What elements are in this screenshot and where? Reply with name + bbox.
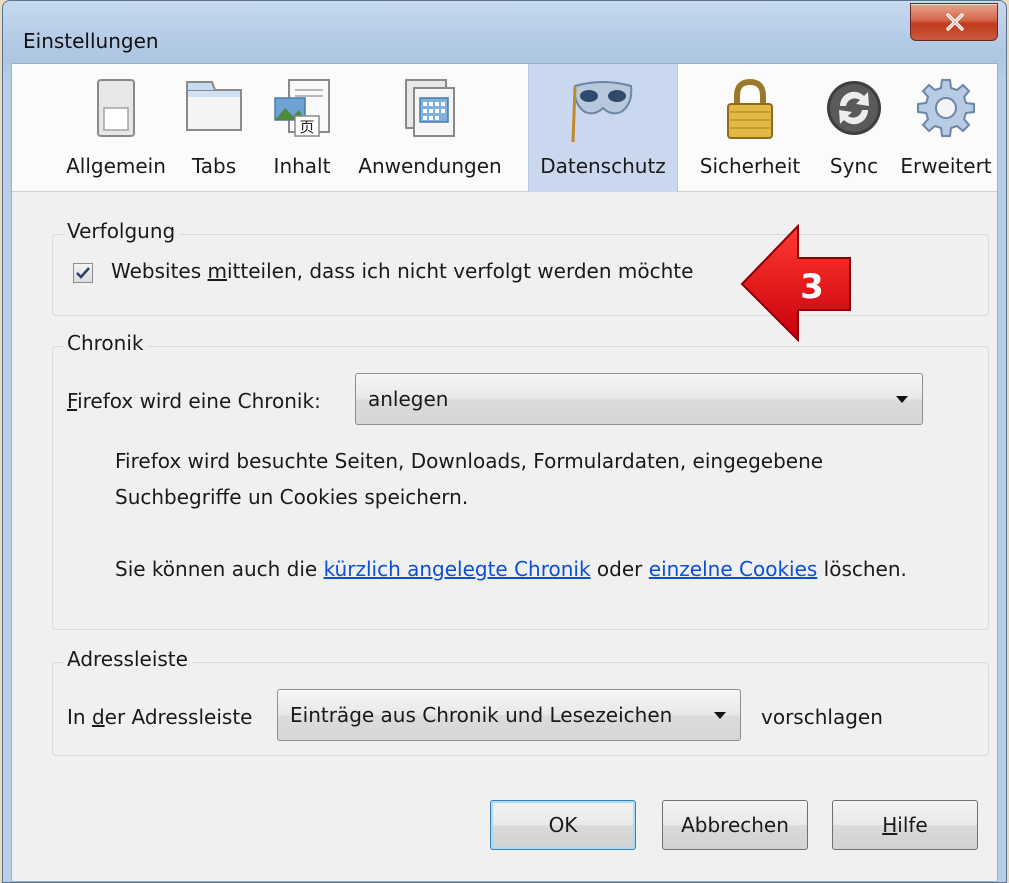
padlock-icon — [727, 78, 773, 139]
help-button[interactable]: Hilfe — [832, 800, 978, 850]
addressbar-label: In der Adressleiste — [67, 705, 253, 729]
history-mode-label: Firefox wird eine Chronik: — [67, 389, 321, 413]
tab-window-icon — [186, 81, 242, 131]
annotation-number: 3 — [800, 267, 824, 307]
do-not-track-checkbox[interactable] — [73, 263, 93, 283]
close-button[interactable] — [910, 3, 998, 41]
mask-icon — [571, 81, 633, 143]
tab-sicherheit[interactable]: Sicherheit — [688, 64, 812, 192]
gear-icon — [917, 79, 975, 137]
chevron-down-icon — [896, 396, 908, 403]
history-group: Chronik Firefox wird eine Chronik: anleg… — [52, 331, 989, 630]
annotation-arrow: 3 — [740, 223, 851, 342]
addressbar-legend: Adressleiste — [63, 647, 192, 671]
tab-allgemein[interactable]: Allgemein — [52, 64, 180, 192]
history-description: Firefox wird besuchte Seiten, Downloads,… — [115, 449, 824, 509]
tab-sync[interactable]: Sync — [818, 64, 890, 192]
individual-cookies-link[interactable]: einzelne Cookies — [649, 557, 818, 581]
chevron-down-icon — [714, 712, 726, 719]
history-mode-select[interactable]: anlegen — [355, 373, 923, 425]
tab-datenschutz[interactable]: Datenschutz — [528, 64, 678, 192]
tracking-legend: Verfolgung — [63, 219, 180, 243]
applications-icon — [405, 79, 455, 137]
ok-button[interactable]: OK — [490, 800, 636, 850]
addressbar-suffix: vorschlagen — [761, 705, 883, 729]
recent-history-link[interactable]: kürzlich angelegte Chronik — [324, 557, 591, 581]
svg-text:页: 页 — [299, 118, 314, 136]
close-icon — [946, 13, 964, 31]
sync-icon — [827, 81, 881, 135]
tab-inhalt[interactable]: 页 Inhalt — [260, 64, 344, 192]
dialog-client-area: Allgemein Tabs 页 Inhalt Anwendungen Date… — [11, 63, 998, 882]
tab-anwendungen[interactable]: Anwendungen — [344, 64, 516, 192]
window-title: Einstellungen — [23, 29, 159, 53]
preferences-toolbar: Allgemein Tabs 页 Inhalt Anwendungen Date… — [12, 64, 997, 192]
content-image-icon: 页 — [274, 79, 330, 137]
preferences-window: Einstellungen Allgemein Tabs 页 Inhalt An… — [2, 0, 1007, 883]
tab-tabs[interactable]: Tabs — [180, 64, 248, 192]
cancel-button[interactable]: Abbrechen — [662, 800, 808, 850]
addressbar-suggest-select[interactable]: Einträge aus Chronik und Lesezeichen — [277, 689, 741, 741]
addressbar-group: Adressleiste In der Adressleiste Einträg… — [52, 647, 989, 756]
history-clear-text: Sie können auch die kürzlich angelegte C… — [115, 557, 907, 581]
tab-erweitert[interactable]: Erweitert — [890, 64, 1002, 192]
checkmark-icon — [76, 267, 90, 279]
history-legend: Chronik — [63, 331, 148, 355]
switch-icon — [97, 79, 135, 137]
do-not-track-label[interactable]: Websites mitteilen, dass ich nicht verfo… — [111, 259, 693, 283]
